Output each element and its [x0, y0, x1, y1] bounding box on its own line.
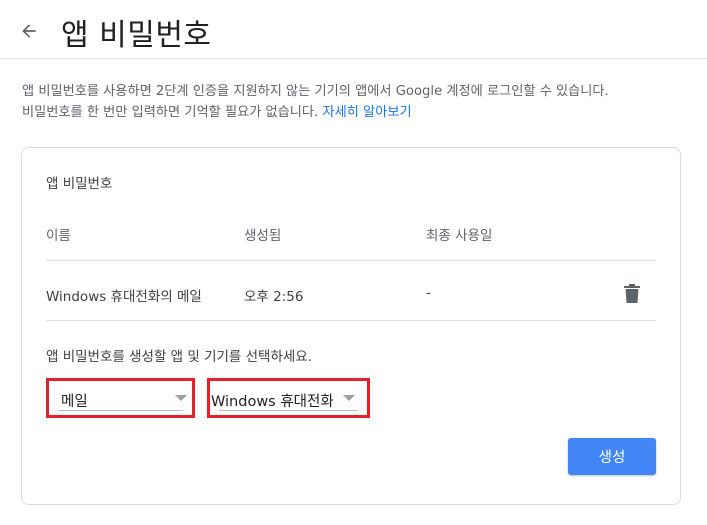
column-header-last-used: 최종 사용일 — [426, 228, 493, 244]
generate-button[interactable]: 생성 — [568, 438, 656, 475]
intro-line-2-text: 비밀번호를 한 번만 입력하면 기억할 필요가 없습니다. — [22, 105, 319, 120]
back-button[interactable] — [14, 16, 44, 46]
column-header-created: 생성됨 — [244, 228, 282, 244]
device-select[interactable]: Windows 휴대전화 — [207, 378, 370, 418]
app-select-value: 메일 — [61, 394, 88, 410]
arrow-left-icon — [22, 24, 36, 38]
intro-line-2: 비밀번호를 한 번만 입력하면 기억할 필요가 없습니다. 자세히 알아보기 — [22, 102, 692, 123]
row-created: 오후 2:56 — [244, 289, 304, 305]
device-select-value: Windows 휴대전화 — [211, 394, 334, 410]
select-prompt: 앱 비밀번호를 생성할 앱 및 기기를 선택하세요. — [46, 349, 313, 365]
trash-icon — [624, 284, 640, 303]
learn-more-link[interactable]: 자세히 알아보기 — [322, 105, 411, 120]
intro-line-1: 앱 비밀번호를 사용하면 2단계 인증을 지원하지 않는 기기의 앱에서 Goo… — [22, 84, 609, 99]
row-last-used: - — [426, 285, 431, 301]
column-header-name: 이름 — [46, 228, 71, 244]
page-header: 앱 비밀번호 — [0, 0, 707, 59]
caret-down-icon — [343, 395, 355, 401]
divider — [46, 260, 656, 261]
page-title: 앱 비밀번호 — [61, 18, 212, 53]
app-select[interactable]: 메일 — [46, 378, 195, 418]
row-name: Windows 휴대전화의 메일 — [46, 289, 202, 305]
intro-text: 앱 비밀번호를 사용하면 2단계 인증을 지원하지 않는 기기의 앱에서 Goo… — [22, 81, 692, 123]
caret-down-icon — [175, 395, 187, 401]
divider — [46, 320, 656, 321]
select-underline — [219, 410, 358, 411]
select-underline — [58, 410, 183, 411]
delete-button[interactable] — [621, 282, 643, 306]
card-title: 앱 비밀번호 — [46, 176, 113, 192]
